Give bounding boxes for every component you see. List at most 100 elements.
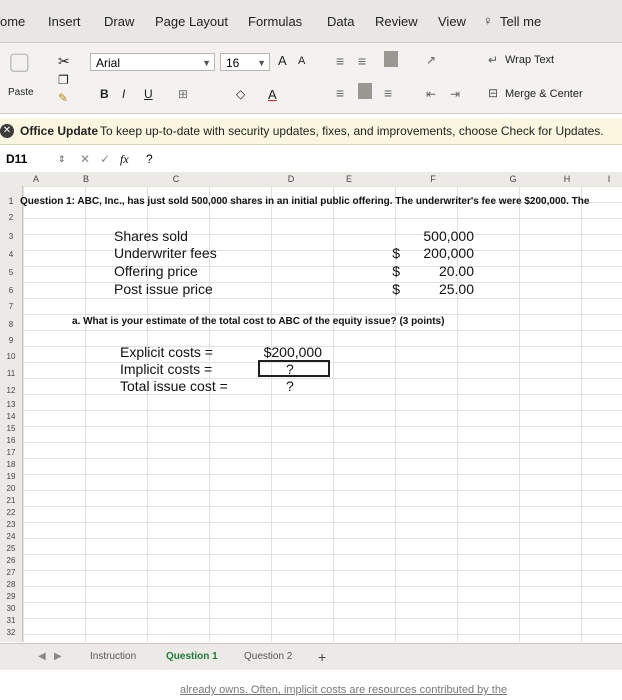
- format-painter-icon[interactable]: ✎: [58, 91, 68, 105]
- sheet-tab-instruction[interactable]: Instruction: [90, 644, 136, 670]
- question-text[interactable]: Question 1: ABC, Inc., has just sold 500…: [20, 196, 589, 207]
- row-header[interactable]: 10: [0, 352, 22, 361]
- row-header[interactable]: 22: [0, 508, 22, 517]
- column-header-d[interactable]: D: [280, 172, 302, 186]
- column-header-a[interactable]: A: [25, 172, 47, 186]
- merge-center-button[interactable]: Merge & Center: [505, 88, 583, 100]
- cancel-icon[interactable]: ✕: [80, 146, 90, 172]
- row-header[interactable]: 20: [0, 484, 22, 493]
- row-header[interactable]: 3: [0, 232, 22, 241]
- insert-function-button[interactable]: fx: [120, 146, 129, 172]
- row-header[interactable]: 8: [0, 320, 22, 329]
- row-header[interactable]: 13: [0, 400, 22, 409]
- row-header[interactable]: 17: [0, 448, 22, 457]
- paste-icon[interactable]: ▢: [8, 47, 31, 76]
- item-label[interactable]: Underwriter fees: [114, 245, 217, 261]
- selected-cell-d11[interactable]: [258, 360, 330, 377]
- scroll-right-icon[interactable]: ▶: [54, 644, 62, 670]
- worksheet-grid[interactable]: A B C D E F G H I 1 2 3 4 5 6 7 8 9 10 1…: [0, 172, 622, 642]
- tab-review[interactable]: Review: [375, 14, 418, 29]
- paste-label[interactable]: Paste: [8, 87, 34, 98]
- row-header[interactable]: 15: [0, 424, 22, 433]
- tab-tell-me[interactable]: Tell me: [500, 14, 541, 29]
- row-header[interactable]: 27: [0, 568, 22, 577]
- row-header[interactable]: 32: [0, 628, 22, 637]
- tab-page-layout[interactable]: Page Layout: [155, 14, 228, 29]
- column-header-e[interactable]: E: [338, 172, 360, 186]
- column-header-g[interactable]: G: [502, 172, 524, 186]
- row-header[interactable]: 31: [0, 616, 22, 625]
- row-header[interactable]: 7: [0, 302, 22, 311]
- align-top-icon[interactable]: ≡: [336, 53, 344, 69]
- row-header[interactable]: 30: [0, 604, 22, 613]
- tab-data[interactable]: Data: [327, 14, 354, 29]
- row-header[interactable]: 9: [0, 336, 22, 345]
- item-value[interactable]: 200,000: [410, 245, 474, 261]
- tab-view[interactable]: View: [438, 14, 466, 29]
- close-icon[interactable]: ✕: [0, 124, 14, 138]
- italic-button[interactable]: I: [122, 87, 125, 101]
- grow-font-button[interactable]: A: [278, 53, 287, 68]
- sheet-tab-question-1[interactable]: Question 1: [166, 644, 218, 670]
- underline-button[interactable]: U: [144, 87, 153, 101]
- shrink-font-button[interactable]: A: [298, 55, 305, 67]
- align-left-icon[interactable]: ≡: [336, 85, 344, 101]
- name-box-stepper-icon[interactable]: ⇕: [58, 146, 66, 172]
- add-sheet-button[interactable]: +: [318, 644, 326, 670]
- item-value[interactable]: 25.00: [410, 281, 474, 297]
- sheet-tab-question-2[interactable]: Question 2: [244, 644, 292, 670]
- scroll-left-icon[interactable]: ◀: [38, 644, 46, 670]
- row-header[interactable]: 24: [0, 532, 22, 541]
- decrease-indent-icon[interactable]: ⇤: [426, 87, 436, 101]
- tab-home[interactable]: ome: [0, 14, 25, 29]
- font-color-button[interactable]: A: [268, 87, 277, 102]
- cut-icon[interactable]: ✂: [58, 53, 70, 70]
- align-center-icon[interactable]: [358, 83, 372, 99]
- copy-icon[interactable]: ❐: [58, 73, 69, 87]
- answer-value[interactable]: ?: [286, 378, 294, 394]
- row-header[interactable]: 18: [0, 460, 22, 469]
- tab-insert[interactable]: Insert: [48, 14, 81, 29]
- name-box[interactable]: D11: [6, 146, 27, 172]
- column-header-i[interactable]: I: [598, 172, 620, 186]
- font-size-select[interactable]: 16 ▼: [220, 53, 270, 71]
- item-value[interactable]: 500,000: [410, 228, 474, 244]
- formula-input[interactable]: ?: [146, 146, 153, 172]
- column-header-f[interactable]: F: [422, 172, 444, 186]
- align-bottom-icon[interactable]: [384, 51, 398, 67]
- column-header-c[interactable]: C: [165, 172, 187, 186]
- row-header[interactable]: 21: [0, 496, 22, 505]
- row-header[interactable]: 11: [0, 369, 22, 378]
- part-a-question[interactable]: a. What is your estimate of the total co…: [72, 316, 444, 327]
- row-header[interactable]: 23: [0, 520, 22, 529]
- row-header[interactable]: 1: [0, 196, 22, 206]
- fill-color-icon[interactable]: ◇: [236, 87, 245, 101]
- row-header[interactable]: 14: [0, 412, 22, 421]
- answer-label[interactable]: Total issue cost =: [120, 378, 228, 394]
- item-label[interactable]: Shares sold: [114, 228, 188, 244]
- column-header-b[interactable]: B: [75, 172, 97, 186]
- cell-area[interactable]: [23, 186, 622, 642]
- answer-label[interactable]: Explicit costs =: [120, 344, 213, 360]
- row-header[interactable]: 5: [0, 268, 22, 277]
- row-header[interactable]: 2: [0, 213, 22, 222]
- item-label[interactable]: Post issue price: [114, 281, 213, 297]
- item-value[interactable]: 20.00: [410, 263, 474, 279]
- align-middle-icon[interactable]: ≡: [358, 53, 366, 69]
- borders-icon[interactable]: ⊞: [178, 87, 188, 101]
- tab-formulas[interactable]: Formulas: [248, 14, 302, 29]
- row-header[interactable]: 29: [0, 592, 22, 601]
- row-header[interactable]: 19: [0, 472, 22, 481]
- orientation-icon[interactable]: ↗: [426, 53, 436, 67]
- row-header[interactable]: 16: [0, 436, 22, 445]
- increase-indent-icon[interactable]: ⇥: [450, 87, 460, 101]
- row-header[interactable]: 28: [0, 580, 22, 589]
- row-header[interactable]: 4: [0, 250, 22, 259]
- answer-value[interactable]: $200,000: [252, 344, 322, 360]
- row-header[interactable]: 26: [0, 556, 22, 565]
- row-header[interactable]: 12: [0, 386, 22, 395]
- align-right-icon[interactable]: ≡: [384, 85, 392, 101]
- row-header[interactable]: 25: [0, 544, 22, 553]
- item-label[interactable]: Offering price: [114, 263, 198, 279]
- column-header-h[interactable]: H: [556, 172, 578, 186]
